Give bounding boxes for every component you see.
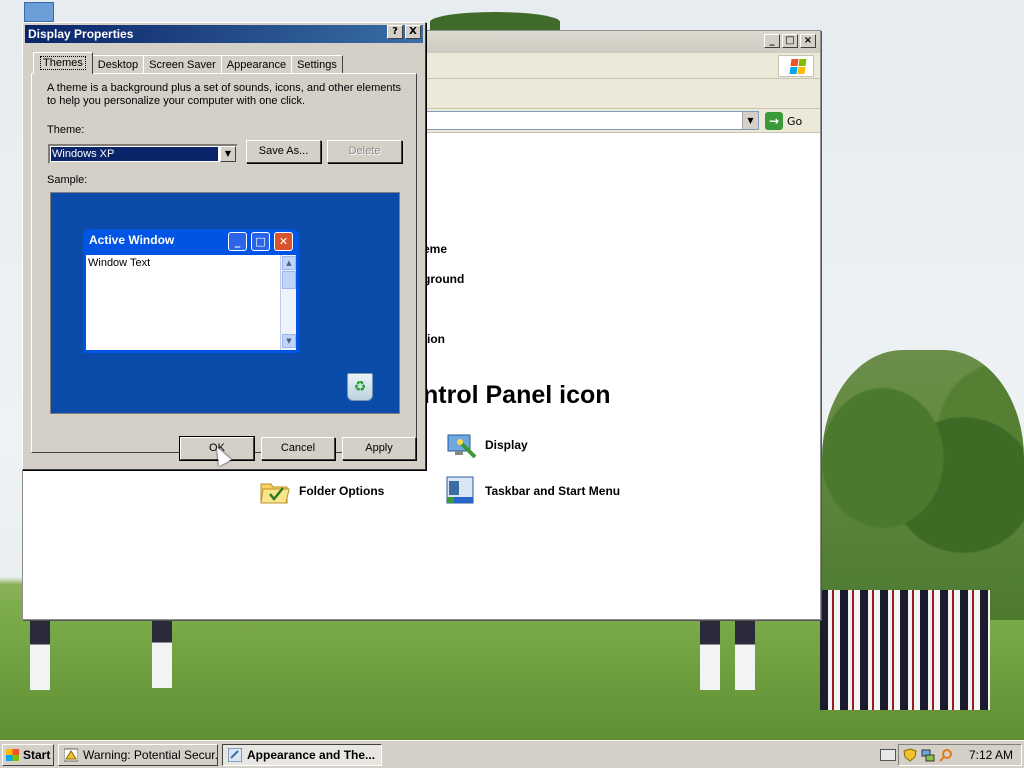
go-button[interactable]: → Go (765, 111, 802, 131)
go-label: Go (787, 114, 803, 128)
theme-description: A theme is a background plus a set of so… (47, 82, 402, 107)
wallpaper-figure (152, 618, 172, 688)
start-button[interactable]: Start (2, 744, 54, 766)
cp-item-folder-options[interactable]: Folder Options (259, 475, 384, 507)
wallpaper-trees (822, 350, 1024, 620)
tab-settings[interactable]: Settings (291, 55, 343, 74)
cp-item-taskbar-start-menu[interactable]: Taskbar and Start Menu (445, 475, 620, 507)
system-tray: 7:12 AM (898, 744, 1022, 766)
minimize-icon[interactable]: _ (764, 34, 780, 48)
sample-scrollbar: ▲ ▼ (280, 255, 296, 350)
security-shield-icon[interactable] (903, 748, 917, 762)
warning-window-icon (63, 748, 79, 762)
cancel-button[interactable]: Cancel (261, 437, 335, 460)
cp-item-label: Folder Options (299, 484, 385, 498)
address-input[interactable]: ▼ (423, 111, 759, 130)
tab-strip: Themes Desktop Screen Saver Appearance S… (33, 52, 343, 74)
task-link-change-background[interactable]: ground (423, 272, 464, 286)
taskbar: Start Warning: Potential Secur... Appear… (0, 740, 1024, 768)
dialog-title: Display Properties (28, 27, 134, 41)
network-icon[interactable] (921, 748, 935, 762)
wallpaper-figure (30, 620, 50, 690)
control-panel-icon (227, 747, 243, 763)
cp-item-label: Taskbar and Start Menu (485, 484, 621, 498)
tab-desktop[interactable]: Desktop (91, 55, 145, 74)
display-icon (445, 429, 477, 461)
theme-select-value: Windows XP (51, 147, 218, 161)
delete-button[interactable]: Delete (327, 140, 402, 163)
taskbar-item-appearance[interactable]: Appearance and The... (222, 744, 382, 766)
desktop-icon[interactable] (24, 2, 54, 22)
go-arrow-icon: → (765, 112, 783, 130)
start-label: Start (23, 748, 51, 762)
apply-button[interactable]: Apply (342, 437, 416, 460)
task-link-change-resolution[interactable]: tion (423, 332, 445, 346)
search-icon[interactable] (939, 748, 953, 762)
cp-item-display[interactable]: Display (445, 429, 528, 461)
address-dropdown-icon[interactable]: ▼ (742, 112, 758, 129)
sample-window-text: Window Text (88, 257, 151, 269)
theme-label: Theme: (47, 124, 85, 136)
scroll-thumb (282, 271, 296, 289)
minimize-icon: _ (228, 232, 247, 251)
taskbar-item-label: Warning: Potential Secur... (83, 748, 218, 762)
save-as-button[interactable]: Save As... (246, 140, 321, 163)
windows-flag-icon (6, 749, 19, 761)
close-button[interactable]: X (405, 25, 421, 39)
tab-appearance[interactable]: Appearance (220, 55, 293, 74)
maximize-icon: □ (251, 232, 270, 251)
close-icon: ✕ (274, 232, 293, 251)
cp-item-label: Display (485, 438, 528, 452)
sample-window-title: Active Window (89, 233, 175, 247)
sample-label: Sample: (47, 174, 88, 186)
wallpaper-soldiers (820, 590, 990, 710)
sample-active-window: Active Window _ □ ✕ Window Text ▲ ▼ (83, 229, 299, 353)
help-button[interactable]: ? (387, 25, 403, 39)
taskbar-clock[interactable]: 7:12 AM (969, 745, 1013, 765)
taskbar-item-warning[interactable]: Warning: Potential Secur... (58, 744, 218, 766)
taskbar-icon (445, 475, 477, 507)
tab-themes[interactable]: Themes (33, 52, 93, 74)
taskbar-item-label: Appearance and The... (247, 748, 376, 762)
dialog-titlebar[interactable]: Display Properties (25, 25, 423, 43)
chevron-down-icon[interactable]: ▼ (220, 146, 236, 162)
pick-icon-heading: ntrol Panel icon (423, 381, 611, 409)
keyboard-icon[interactable] (880, 749, 896, 761)
themes-panel: A theme is a background plus a set of so… (31, 73, 417, 453)
wallpaper-tree (430, 12, 560, 32)
recycle-bin-icon: ♻ (347, 373, 373, 401)
sample-window-body: Window Text ▲ ▼ (86, 255, 296, 350)
tab-screen-saver[interactable]: Screen Saver (143, 55, 222, 74)
wallpaper-figure (700, 620, 720, 690)
folder-options-icon (259, 475, 291, 507)
close-icon[interactable]: × (800, 34, 816, 48)
wallpaper-figure (735, 620, 755, 690)
display-properties-dialog: Display Properties ? X Themes Desktop Sc… (22, 22, 426, 470)
scroll-down-icon: ▼ (282, 334, 296, 348)
windows-logo-icon (778, 55, 814, 77)
theme-sample-preview: Active Window _ □ ✕ Window Text ▲ ▼ ♻ (50, 192, 400, 414)
theme-select[interactable]: Windows XP ▼ (48, 144, 238, 164)
maximize-icon[interactable]: □ (782, 34, 798, 48)
task-link-change-theme[interactable]: eme (423, 242, 447, 256)
scroll-up-icon: ▲ (282, 256, 296, 270)
